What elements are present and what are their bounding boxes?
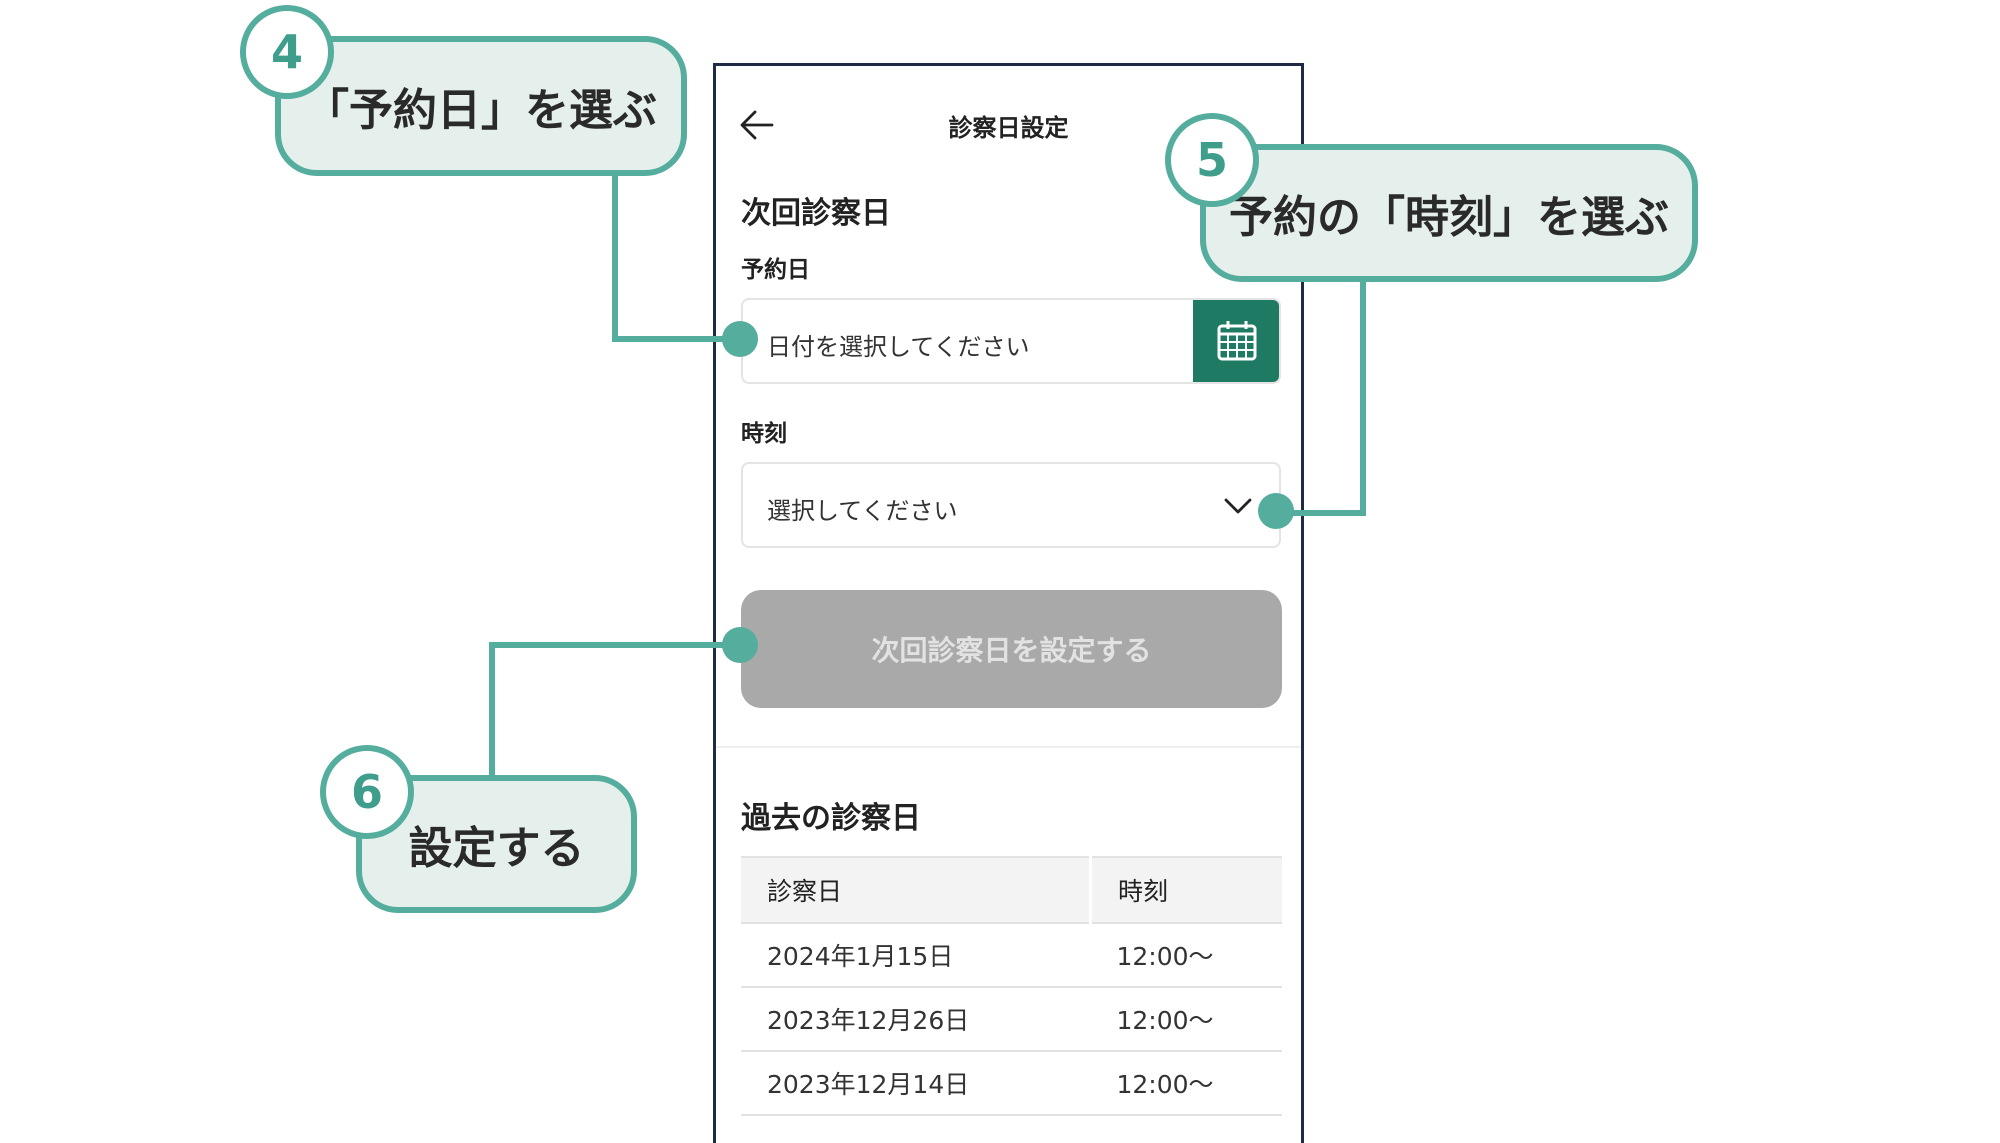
table-row: 2023年12月14日 12:00〜 [741,1051,1282,1116]
calendar-button[interactable] [1193,300,1279,382]
set-next-visit-button[interactable]: 次回診察日を設定する [741,590,1282,708]
table-header-row: 診察日 時刻 [741,856,1282,924]
section-divider [716,746,1301,748]
callout-6-text: 設定する [408,823,585,874]
callout-4-text: 「予約日」を選ぶ [305,85,657,136]
callout-5: 予約の「時刻」を選ぶ [1200,144,1698,282]
table-row: 2023年12月26日 12:00〜 [741,987,1282,1052]
callout-6-connector [489,642,495,780]
callout-5-pointer [1258,493,1294,529]
step-5-badge: 5 [1165,113,1259,207]
time-placeholder: 選択してください [767,497,958,525]
callout-6-pointer [722,627,758,663]
callout-5-connector [1360,270,1366,516]
date-label: 予約日 [741,257,810,283]
time-select[interactable]: 選択してください [741,462,1281,548]
past-visits-heading: 過去の診察日 [741,801,921,836]
visit-date: 2023年12月14日 [741,1051,1091,1116]
date-placeholder: 日付を選択してください [767,333,1030,361]
step-4-badge: 4 [240,5,334,99]
step-6-badge: 6 [320,745,414,839]
visit-time: 12:00〜 [1090,923,1282,988]
visit-time: 12:00〜 [1090,1051,1282,1116]
date-field[interactable]: 日付を選択してください [741,298,1281,384]
table-row: 2024年1月15日 12:00〜 [741,923,1282,988]
past-visits-table: 診察日 時刻 2024年1月15日 12:00〜 2023年12月26日 12:… [741,856,1282,1116]
visit-date: 2024年1月15日 [741,923,1091,988]
column-header-time: 時刻 [1090,856,1282,924]
callout-4: 「予約日」を選ぶ [275,36,687,176]
column-header-date: 診察日 [741,856,1092,924]
callout-4-connector [612,170,618,342]
callout-5-text: 予約の「時刻」を選ぶ [1229,192,1669,243]
visit-time: 12:00〜 [1090,987,1282,1052]
callout-4-connector [612,336,732,342]
visit-date: 2023年12月26日 [741,987,1091,1052]
callout-4-pointer [722,321,758,357]
chevron-down-icon [1224,498,1252,514]
calendar-icon [1217,321,1257,361]
time-label: 時刻 [741,421,787,447]
next-visit-heading: 次回診察日 [741,196,891,231]
callout-6-connector [489,642,724,648]
